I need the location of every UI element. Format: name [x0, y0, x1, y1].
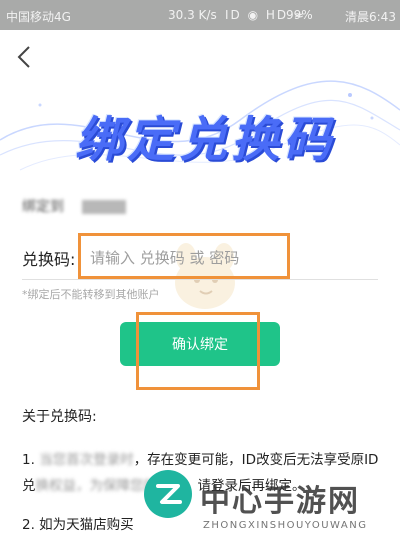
status-bar: 中国移动4G 30.3 K/s ID ◉ HD ≈ 99% 清晨6:43 — [0, 0, 400, 30]
bound-account-value — [82, 200, 127, 214]
bind-note: *绑定后不能转移到其他账户 — [22, 288, 160, 301]
confirm-bind-button[interactable]: 确认绑定 — [120, 322, 280, 366]
banner-title: 绑定兑换码 — [74, 112, 335, 168]
redeem-code-label: 兑换码: — [22, 250, 76, 269]
about-item-2: 2. 如为天猫店购买 — [22, 517, 134, 533]
input-underline — [22, 279, 378, 280]
about-title: 关于兑换码: — [22, 409, 97, 425]
bound-account-line: 绑定到 — [22, 196, 127, 216]
watermark-subtext: ZHONGXINSHOUYOUWANG — [203, 520, 368, 531]
item1-blurred-text-2: 换权益，为保障 — [35, 478, 131, 494]
battery-level: 99% — [286, 8, 313, 22]
carrier-label: 中国移动4G — [6, 10, 71, 24]
back-button[interactable] — [10, 42, 40, 72]
watermark-text: 中心手游网 — [200, 484, 360, 519]
clock: 清晨6:43 — [345, 10, 396, 24]
watermark-logo-icon — [144, 470, 192, 518]
item1-prefix: 1. — [22, 452, 35, 468]
banner: 绑定兑换码 — [0, 70, 400, 190]
bound-account-label: 绑定到 — [22, 199, 64, 215]
redeem-code-input[interactable] — [88, 240, 292, 276]
chevron-left-icon — [17, 46, 30, 68]
item1-blurred-text: 当您首次登录时 — [39, 452, 134, 468]
network-speed: 30.3 K/s — [168, 8, 217, 22]
